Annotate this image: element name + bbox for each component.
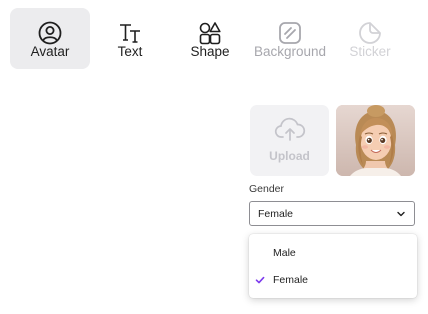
tab-label: Sticker: [349, 44, 391, 59]
tab-text[interactable]: Text: [90, 8, 170, 69]
tab-label: Text: [117, 44, 143, 59]
check-icon: [255, 276, 265, 284]
gender-option-female[interactable]: Female: [249, 267, 417, 293]
upload-label: Upload: [269, 149, 310, 163]
editor-toolbar: Avatar Text Shape Background Sticker: [0, 0, 428, 80]
chevron-down-icon: [397, 211, 405, 217]
gender-label: Gender: [249, 183, 285, 195]
avatar-icon: [38, 21, 62, 45]
tab-label: Shape: [190, 44, 230, 59]
tab-background[interactable]: Background: [250, 8, 330, 69]
avatar-thumbnail[interactable]: [336, 105, 415, 176]
tab-label: Background: [253, 44, 327, 59]
sticker-icon: [359, 22, 381, 44]
gender-select[interactable]: Female: [249, 201, 415, 226]
option-label: Male: [273, 247, 296, 259]
background-icon: [279, 22, 301, 44]
upload-button[interactable]: Upload: [250, 105, 329, 176]
gender-select-value: Female: [258, 208, 294, 220]
avatar-image: [336, 105, 415, 176]
tab-shape[interactable]: Shape: [170, 8, 250, 69]
tab-avatar[interactable]: Avatar: [10, 8, 90, 69]
tab-label: Avatar: [30, 44, 70, 59]
option-label: Female: [273, 274, 309, 286]
shape-icon: [199, 22, 221, 45]
cloud-upload-icon: [274, 117, 306, 141]
text-icon: [120, 24, 140, 43]
tab-sticker[interactable]: Sticker: [330, 8, 410, 69]
gender-dropdown-menu: Male Female: [249, 234, 417, 298]
gender-option-male[interactable]: Male: [249, 240, 417, 266]
